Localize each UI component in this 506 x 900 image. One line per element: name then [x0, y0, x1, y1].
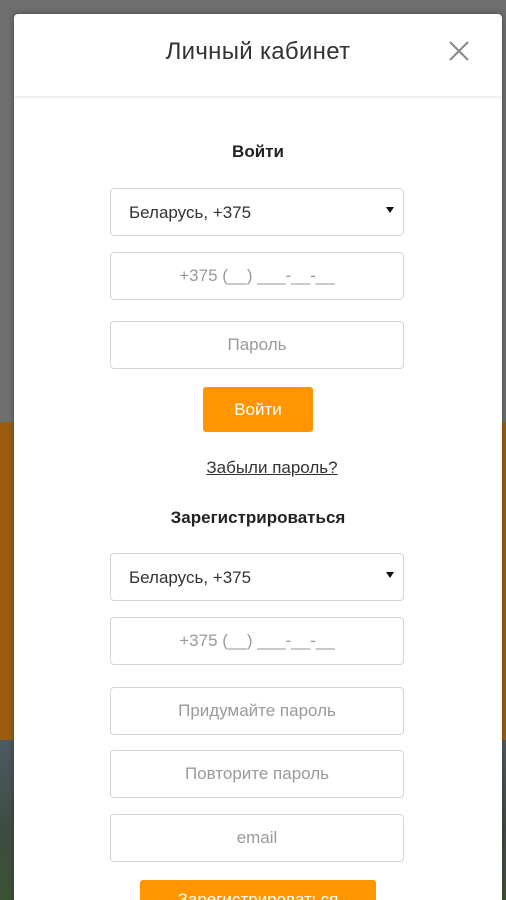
- login-heading: Войти: [232, 142, 284, 161]
- register-phone-input-wrapper: [110, 617, 404, 665]
- modal-header: Личный кабинет: [14, 14, 502, 97]
- register-email-input-wrapper: [110, 814, 404, 862]
- account-modal: Личный кабинет Войти Беларусь, +375 Войт…: [14, 14, 502, 900]
- register-email-input[interactable]: [111, 815, 403, 861]
- register-country-select[interactable]: Беларусь, +375: [110, 553, 404, 601]
- register-password-repeat-input[interactable]: [111, 751, 403, 797]
- login-phone-input[interactable]: [111, 253, 403, 299]
- chevron-down-icon: [386, 572, 394, 578]
- register-password-repeat-input-wrapper: [110, 750, 404, 798]
- register-phone-input[interactable]: [111, 618, 403, 664]
- chevron-down-icon: [386, 207, 394, 213]
- close-icon[interactable]: [448, 40, 470, 62]
- forgot-password-link[interactable]: Забыли пароль?: [28, 458, 506, 478]
- login-password-input-wrapper: [110, 321, 404, 369]
- login-country-select[interactable]: Беларусь, +375: [110, 188, 404, 236]
- register-password-input-wrapper: [110, 687, 404, 735]
- login-button[interactable]: Войти: [203, 387, 313, 432]
- register-country-select-value: Беларусь, +375: [129, 568, 252, 587]
- modal-title: Личный кабинет: [165, 38, 351, 65]
- login-country-select-value: Беларусь, +375: [129, 203, 252, 222]
- login-password-input[interactable]: [111, 322, 403, 368]
- register-heading: Зарегистрироваться: [170, 508, 346, 527]
- login-phone-input-wrapper: [110, 252, 404, 300]
- register-button[interactable]: Зарегистрироваться: [140, 880, 376, 900]
- register-password-input[interactable]: [111, 688, 403, 734]
